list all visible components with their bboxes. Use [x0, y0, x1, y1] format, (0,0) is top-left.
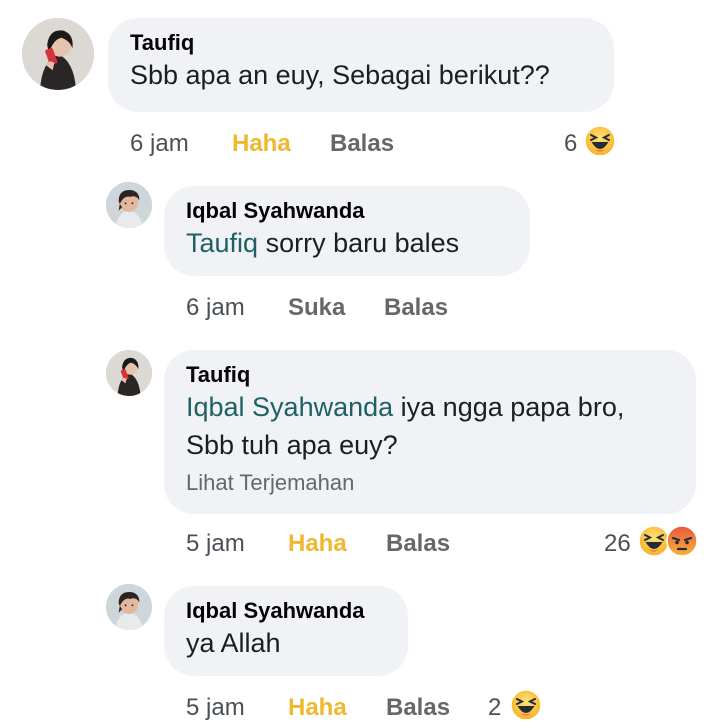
comment-time: 6 jam [186, 294, 245, 321]
comment-author[interactable]: Taufiq [130, 30, 614, 56]
comment-3: Taufiq Iqbal Syahwanda iya ngga papa bro… [0, 340, 720, 570]
mention-link[interactable]: Iqbal Syahwanda [186, 392, 393, 422]
reaction-count[interactable]: 26 [604, 530, 631, 558]
avatar[interactable] [106, 182, 152, 228]
reply-button[interactable]: Balas [386, 694, 450, 722]
comment-author[interactable]: Iqbal Syahwanda [186, 198, 530, 224]
comment-text-line2: Sbb tuh apa euy? [186, 430, 398, 460]
avatar[interactable] [106, 584, 152, 630]
comment-actions: 5 jam Haha Balas 26 [186, 530, 631, 560]
comment-bubble[interactable]: Taufiq Iqbal Syahwanda iya ngga papa bro… [164, 350, 696, 514]
reaction-count[interactable]: 6 [564, 130, 577, 158]
comment-bubble[interactable]: Iqbal Syahwanda Taufiq sorry baru bales [164, 186, 530, 276]
comment-text: Sbb apa an euy, Sebagai berikut?? [130, 60, 550, 90]
comment-author[interactable]: Iqbal Syahwanda [186, 598, 408, 624]
see-translation-link[interactable]: Lihat Terjemahan [186, 470, 696, 496]
comment-2: Iqbal Syahwanda Taufiq sorry baru bales … [0, 170, 720, 340]
haha-emoji-icon[interactable] [510, 689, 542, 721]
avatar[interactable] [22, 18, 94, 90]
haha-emoji-icon[interactable] [584, 125, 616, 157]
avatar[interactable] [106, 350, 152, 396]
reply-button[interactable]: Balas [330, 130, 394, 158]
reply-button[interactable]: Balas [384, 294, 448, 322]
comment-text: Iqbal Syahwanda iya ngga papa bro, [186, 388, 696, 426]
comment-1: Taufiq Sbb apa an euy, Sebagai berikut??… [0, 0, 720, 170]
angry-emoji-icon[interactable] [666, 525, 698, 557]
comment-text-body: sorry baru bales [258, 228, 460, 258]
comment-bubble[interactable]: Taufiq Sbb apa an euy, Sebagai berikut?? [108, 18, 614, 112]
comment-actions: 6 jam Haha Balas 6 [130, 130, 630, 160]
reaction-button[interactable]: Haha [288, 694, 347, 722]
reply-button[interactable]: Balas [386, 530, 450, 558]
comment-actions: 6 jam Suka Balas [186, 294, 586, 324]
mention-link[interactable]: Taufiq [186, 228, 258, 258]
comment-text-body: iya ngga papa bro, [393, 392, 625, 422]
comment-time: 5 jam [186, 530, 245, 557]
comment-text: ya Allah [186, 628, 281, 658]
reaction-button[interactable]: Haha [232, 130, 291, 158]
comment-author[interactable]: Taufiq [186, 362, 696, 388]
comment-4: Iqbal Syahwanda ya Allah 5 jam Haha Bala… [0, 570, 720, 722]
comment-text: Taufiq sorry baru bales [186, 224, 530, 262]
comment-time: 5 jam [186, 694, 245, 721]
like-button[interactable]: Suka [288, 294, 345, 322]
comment-time: 6 jam [130, 130, 189, 157]
reaction-count[interactable]: 2 [488, 694, 501, 722]
reaction-button[interactable]: Haha [288, 530, 347, 558]
comment-bubble[interactable]: Iqbal Syahwanda ya Allah [164, 586, 408, 676]
